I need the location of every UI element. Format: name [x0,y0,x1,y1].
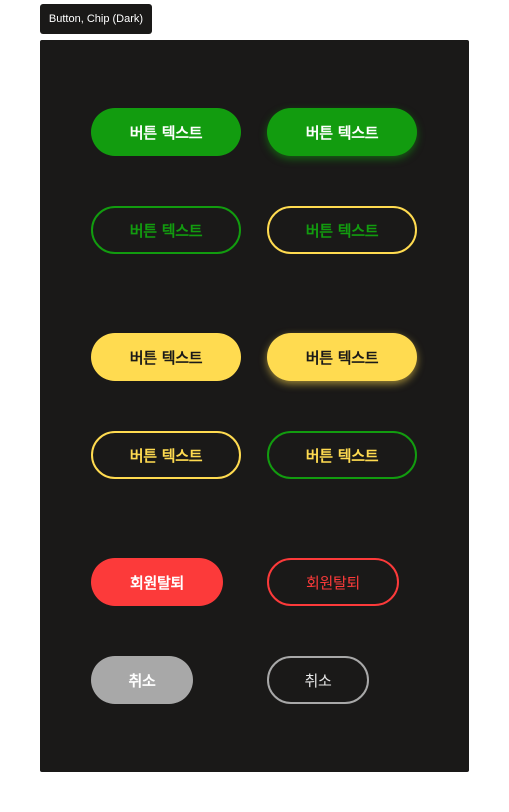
cancel-filled-button[interactable]: 취소 [91,656,193,704]
green-filled-hover-button[interactable]: 버튼 텍스트 [267,108,417,156]
yellow-filled-button[interactable]: 버튼 텍스트 [91,333,241,381]
withdraw-outline-button[interactable]: 회원탈퇴 [267,558,399,606]
green-filled-button[interactable]: 버튼 텍스트 [91,108,241,156]
green-outline-button[interactable]: 버튼 텍스트 [91,206,241,254]
yellow-outline-focus-button[interactable]: 버튼 텍스트 [267,431,417,479]
withdraw-filled-button[interactable]: 회원탈퇴 [91,558,223,606]
cancel-outline-button[interactable]: 취소 [267,656,369,704]
yellow-outline-button[interactable]: 버튼 텍스트 [91,431,241,479]
dark-button-panel: 버튼 텍스트 버튼 텍스트 버튼 텍스트 버튼 텍스트 버튼 텍스트 버튼 텍스… [40,40,469,772]
green-outline-focus-button[interactable]: 버튼 텍스트 [267,206,417,254]
frame-label: Button, Chip (Dark) [40,4,152,34]
yellow-filled-hover-button[interactable]: 버튼 텍스트 [267,333,417,381]
